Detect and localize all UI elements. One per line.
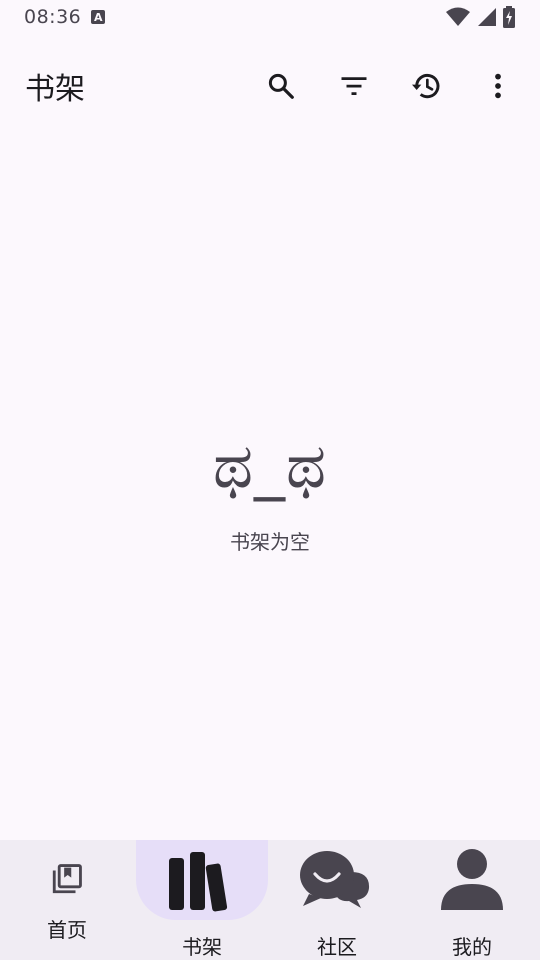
app-bar: 书架 xyxy=(0,48,540,124)
nav-item-home[interactable]: 首页 xyxy=(0,840,134,960)
bookshelf-icon xyxy=(169,852,228,912)
nav-label-home: 首页 xyxy=(47,918,87,942)
more-vert-icon xyxy=(495,73,501,99)
a-notification-icon: A xyxy=(91,10,106,24)
signal-icon xyxy=(478,8,496,26)
nav-label-bookshelf: 书架 xyxy=(182,935,222,959)
nav-item-bookshelf[interactable]: 书架 xyxy=(134,840,270,960)
status-time: 08:36 xyxy=(24,6,82,28)
search-button[interactable] xyxy=(257,62,305,110)
search-icon xyxy=(268,73,294,99)
battery-charging-icon xyxy=(503,6,515,28)
empty-emoticon: ಥ_ಥ xyxy=(212,429,328,502)
library-books-icon xyxy=(52,864,82,894)
nav-label-community: 社区 xyxy=(317,935,357,959)
bottom-navigation: 首页 书架 社区 我的 xyxy=(0,840,540,960)
filter-icon xyxy=(341,77,367,95)
status-bar: 08:36 A xyxy=(0,0,540,34)
person-icon xyxy=(441,849,503,910)
nav-item-community[interactable]: 社区 xyxy=(270,840,404,960)
screen: 08:36 A 书架 ಥ_ಥ 书架为空 首页 书架 社区 我的 xyxy=(0,0,540,960)
status-icons xyxy=(446,6,516,28)
wifi-icon xyxy=(446,7,470,26)
nav-item-profile[interactable]: 我的 xyxy=(404,840,540,960)
history-button[interactable] xyxy=(402,62,450,110)
empty-message: 书架为空 xyxy=(230,530,310,554)
more-options-button[interactable] xyxy=(474,62,522,110)
filter-button[interactable] xyxy=(330,62,378,110)
nav-label-profile: 我的 xyxy=(452,935,492,959)
page-title: 书架 xyxy=(25,72,85,107)
history-icon xyxy=(412,73,440,99)
chat-bubbles-icon xyxy=(300,851,370,908)
